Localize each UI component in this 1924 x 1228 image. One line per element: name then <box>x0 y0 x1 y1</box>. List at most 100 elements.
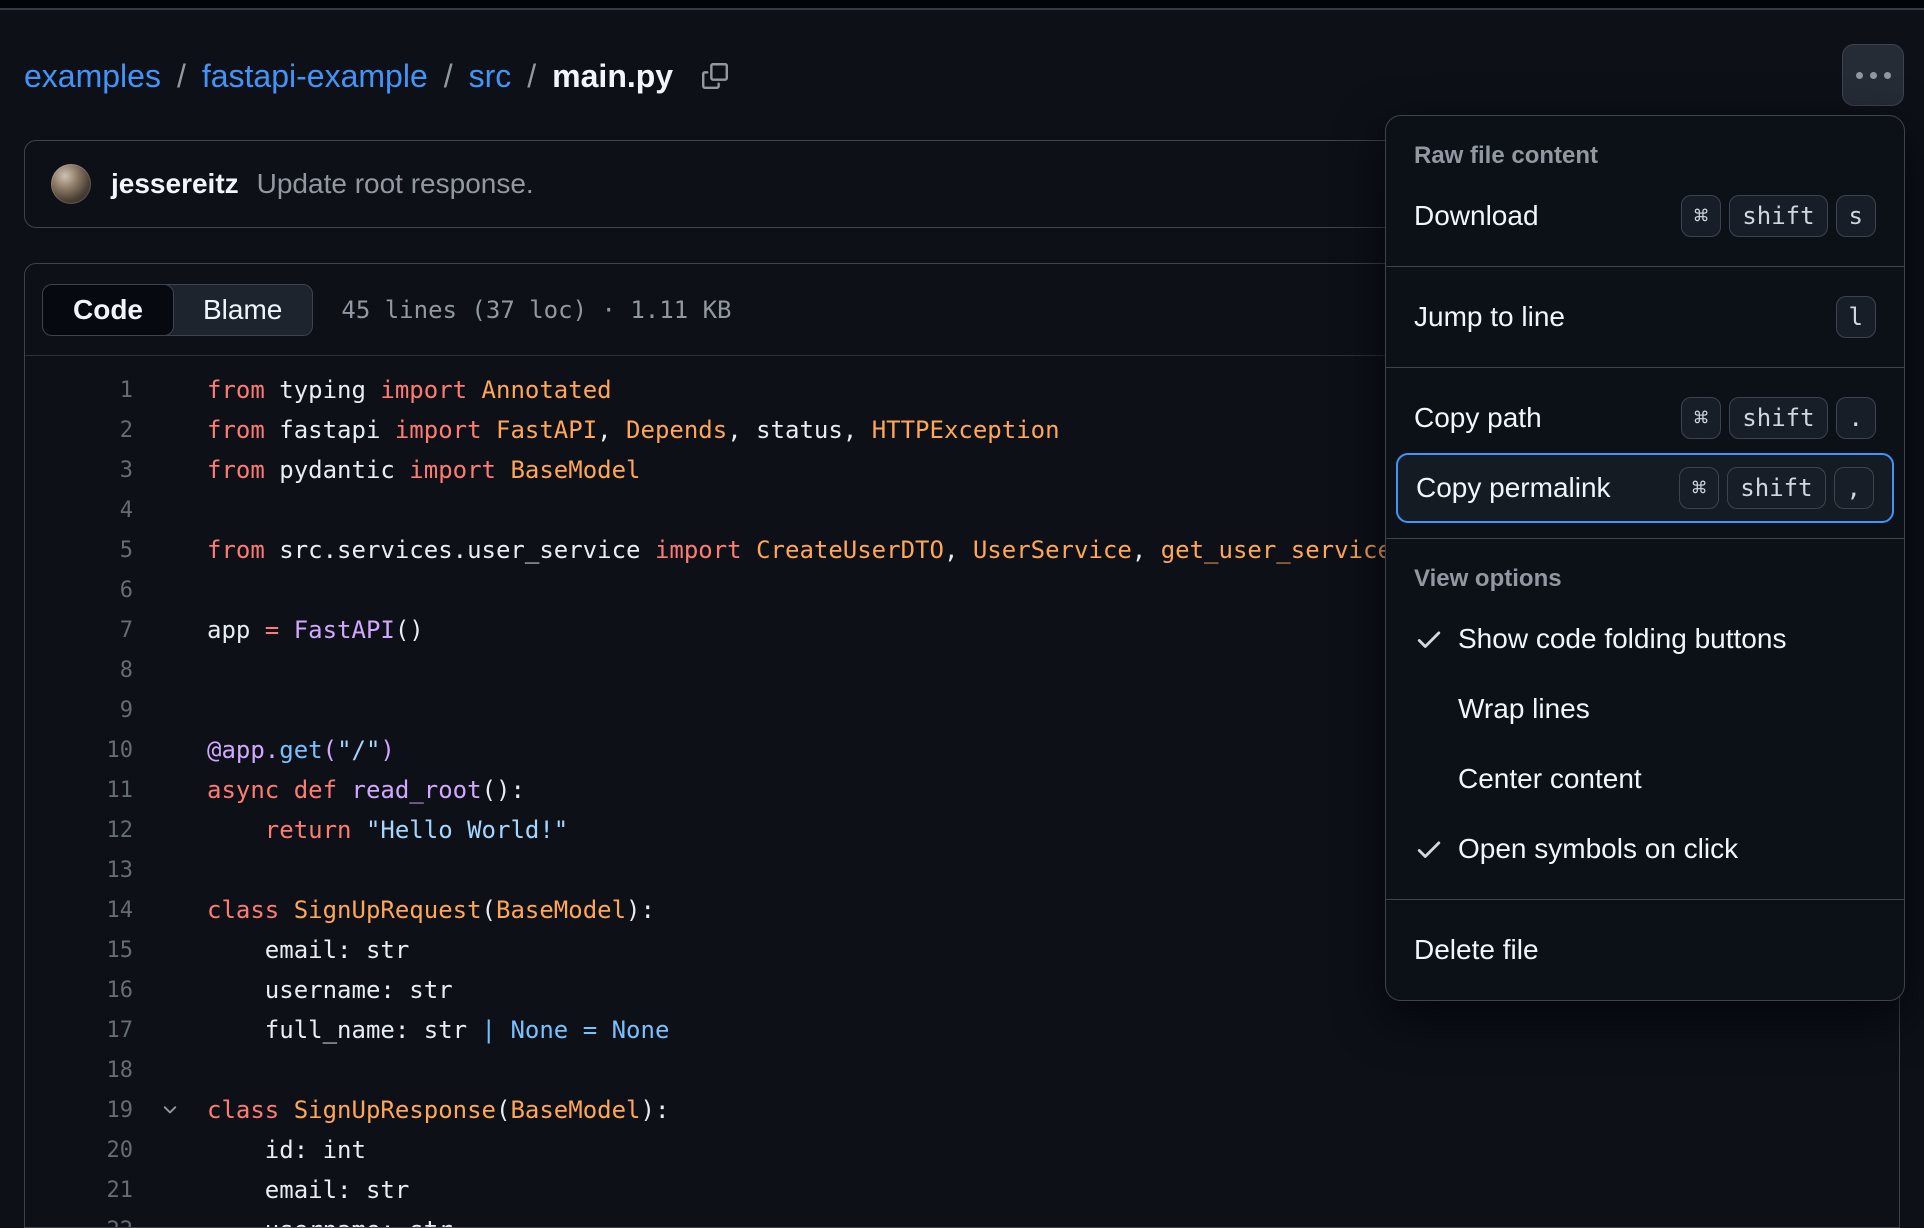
line-number[interactable]: 16 <box>25 978 133 1003</box>
menu-item-center-content[interactable]: Center content <box>1386 744 1904 814</box>
line-number[interactable]: 21 <box>25 1178 133 1203</box>
line-number[interactable]: 2 <box>25 418 133 443</box>
line-number[interactable]: 7 <box>25 618 133 643</box>
line-number[interactable]: 18 <box>25 1058 133 1083</box>
code-fold-button[interactable] <box>133 1100 207 1120</box>
shortcut-keys: ⌘shifts <box>1681 195 1876 237</box>
menu-section: Delete file <box>1386 899 1904 1000</box>
code-token: "Hello World!" <box>366 816 568 844</box>
code-token: from <box>207 416 265 444</box>
menu-section: Jump to linel <box>1386 266 1904 367</box>
line-number[interactable]: 20 <box>25 1138 133 1163</box>
code-token: full_name: str <box>207 1016 482 1044</box>
code-token: username: str <box>207 976 453 1004</box>
code-token: class <box>207 1096 279 1124</box>
code-token: BaseModel <box>496 456 641 484</box>
kbd-key: shift <box>1729 397 1827 439</box>
line-number[interactable]: 13 <box>25 858 133 883</box>
line-number[interactable]: 12 <box>25 818 133 843</box>
code-token <box>279 776 293 804</box>
code-token: , status, <box>727 416 872 444</box>
menu-item-download[interactable]: Download⌘shifts <box>1386 181 1904 251</box>
code-token: from <box>207 536 265 564</box>
chevron-down-icon <box>160 1100 180 1120</box>
context-menu: Raw file contentDownload⌘shiftsJump to l… <box>1385 115 1905 1001</box>
line-number[interactable]: 19 <box>25 1098 133 1123</box>
line-number[interactable]: 10 <box>25 738 133 763</box>
menu-item-jump-to-line[interactable]: Jump to linel <box>1386 282 1904 352</box>
code-token: typing <box>265 376 381 404</box>
line-number[interactable]: 5 <box>25 538 133 563</box>
code-token: SignUpResponse <box>294 1096 496 1124</box>
kbd-key: l <box>1836 296 1876 338</box>
code-token <box>279 616 293 644</box>
code-token: SignUpRequest <box>294 896 482 924</box>
code-token: Annotated <box>467 376 612 404</box>
line-number[interactable]: 14 <box>25 898 133 923</box>
kbd-key: shift <box>1729 195 1827 237</box>
code-token: fastapi <box>265 416 395 444</box>
breadcrumb-link-fastapi-example[interactable]: fastapi-example <box>202 58 428 95</box>
menu-section-header: View options <box>1386 554 1904 604</box>
line-number[interactable]: 11 <box>25 778 133 803</box>
shortcut-keys: ⌘shift. <box>1681 397 1876 439</box>
commit-author[interactable]: jessereitz <box>111 168 239 200</box>
menu-item-copy-path[interactable]: Copy path⌘shift. <box>1386 383 1904 453</box>
menu-item-copy-permalink[interactable]: Copy permalink⌘shift, <box>1396 453 1894 523</box>
code-token: get_user_service <box>1161 536 1392 564</box>
kbd-key: ⌘ <box>1681 195 1721 237</box>
commit-message[interactable]: Update root response. <box>257 168 534 200</box>
menu-item-label: Show code folding buttons <box>1458 623 1876 655</box>
code-token <box>207 816 265 844</box>
breadcrumb-link-examples[interactable]: examples <box>24 58 161 95</box>
code-line-content: full_name: str | None = None <box>207 1016 669 1044</box>
line-number[interactable]: 1 <box>25 378 133 403</box>
code-token: get <box>279 736 322 764</box>
line-number[interactable]: 6 <box>25 578 133 603</box>
line-number[interactable]: 22 <box>25 1218 133 1228</box>
code-token: ( <box>323 736 337 764</box>
menu-item-show-code-folding-buttons[interactable]: Show code folding buttons <box>1386 604 1904 674</box>
code-token: FastAPI <box>482 416 598 444</box>
breadcrumb-separator: / <box>444 58 453 95</box>
check-icon <box>1414 834 1444 864</box>
line-number[interactable]: 9 <box>25 698 133 723</box>
menu-item-wrap-lines[interactable]: Wrap lines <box>1386 674 1904 744</box>
line-number[interactable]: 15 <box>25 938 133 963</box>
kbd-key: s <box>1836 195 1876 237</box>
code-line-content: return "Hello World!" <box>207 816 568 844</box>
kebab-icon <box>1870 72 1877 79</box>
code-token: read_root <box>352 776 482 804</box>
line-number[interactable]: 17 <box>25 1018 133 1043</box>
code-token: def <box>294 776 337 804</box>
code-token <box>352 816 366 844</box>
kbd-key: . <box>1836 397 1876 439</box>
shortcut-keys: l <box>1836 296 1876 338</box>
tab-blame[interactable]: Blame <box>173 285 312 335</box>
more-options-button[interactable] <box>1842 44 1904 106</box>
menu-item-label: Jump to line <box>1414 301 1836 333</box>
code-line-content: username: str <box>207 1216 453 1228</box>
code-token: BaseModel <box>496 896 626 924</box>
code-line: 19class SignUpResponse(BaseModel): <box>25 1090 1899 1130</box>
code-line-content: email: str <box>207 936 409 964</box>
code-token: from <box>207 456 265 484</box>
menu-section: Raw file contentDownload⌘shifts <box>1386 116 1904 266</box>
breadcrumb-link-src[interactable]: src <box>469 58 512 95</box>
avatar[interactable] <box>51 164 91 204</box>
code-token: = <box>265 616 279 644</box>
menu-item-open-symbols-on-click[interactable]: Open symbols on click <box>1386 814 1904 884</box>
menu-item-label: Delete file <box>1414 934 1876 966</box>
code-token: Depends <box>626 416 727 444</box>
code-line-content: class SignUpRequest(BaseModel): <box>207 896 655 924</box>
tab-code[interactable]: Code <box>42 284 174 336</box>
copy-path-button[interactable] <box>695 56 735 96</box>
menu-item-delete-file[interactable]: Delete file <box>1386 915 1904 985</box>
check-icon <box>1414 624 1458 654</box>
code-token: "/" <box>337 736 380 764</box>
line-number[interactable]: 4 <box>25 498 133 523</box>
code-token: email: str <box>207 1176 409 1204</box>
line-number[interactable]: 8 <box>25 658 133 683</box>
code-token: ) <box>380 736 394 764</box>
line-number[interactable]: 3 <box>25 458 133 483</box>
